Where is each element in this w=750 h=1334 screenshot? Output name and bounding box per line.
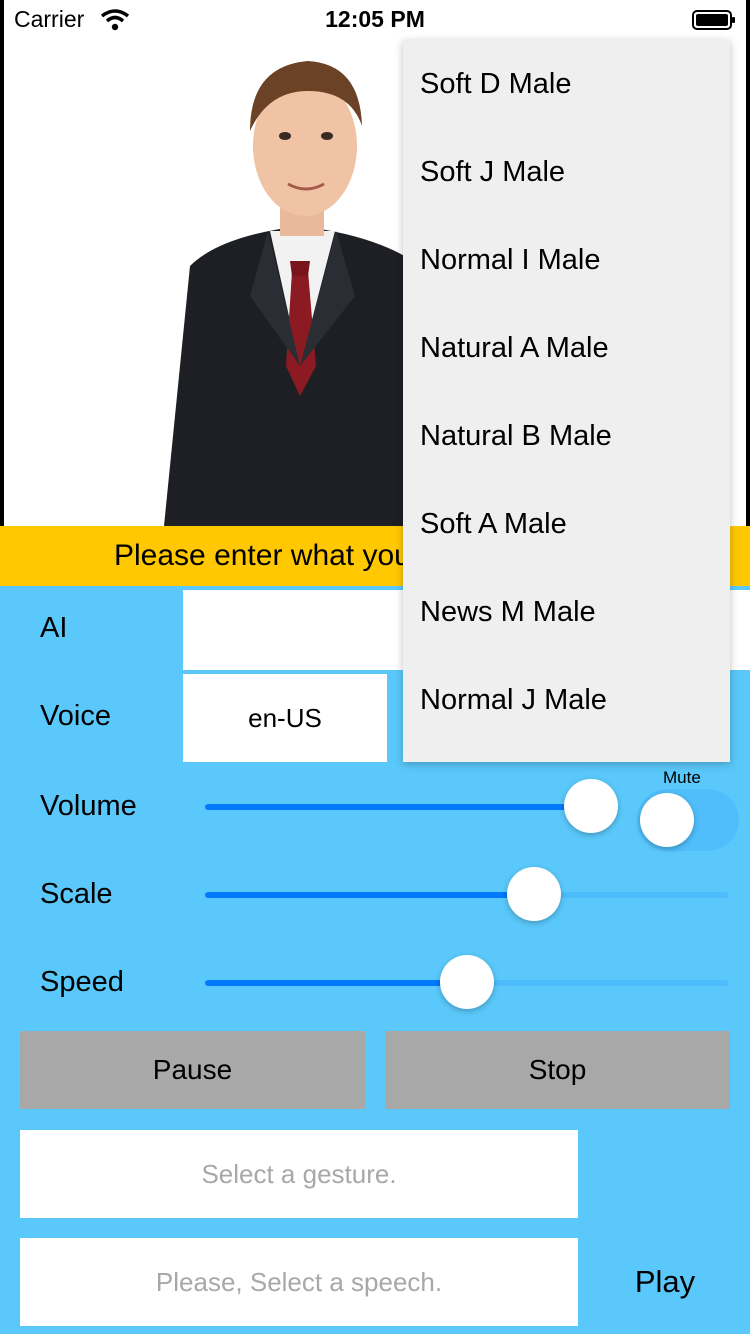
voice-option[interactable]: Normal J Male: [420, 684, 607, 717]
voice-option[interactable]: Soft A Male: [420, 508, 567, 541]
volume-slider-thumb[interactable]: [563, 779, 618, 833]
avatar-image: [164, 61, 430, 526]
gesture-input[interactable]: Select a gesture.: [20, 1130, 578, 1218]
speech-input[interactable]: Please, Select a speech.: [20, 1238, 578, 1326]
ai-label: AI: [40, 612, 68, 644]
voice-option[interactable]: Normal I Male: [420, 244, 601, 277]
status-time: 12:05 PM: [325, 6, 425, 32]
voice-option[interactable]: Soft J Male: [420, 156, 565, 189]
battery-icon: [692, 10, 735, 30]
play-button[interactable]: Play: [600, 1238, 730, 1326]
stop-button[interactable]: Stop: [385, 1031, 730, 1109]
scale-slider-fill: [205, 892, 535, 898]
voice-option[interactable]: Natural B Male: [420, 420, 612, 453]
pause-button[interactable]: Pause: [20, 1031, 365, 1109]
voice-option[interactable]: Soft D Male: [420, 68, 572, 101]
scale-slider-thumb[interactable]: [507, 867, 562, 921]
mute-toggle-knob: [640, 793, 694, 847]
scale-label: Scale: [40, 878, 113, 910]
voice-option[interactable]: News M Male: [420, 596, 596, 629]
volume-label: Volume: [40, 790, 137, 822]
mute-label: Mute: [663, 768, 701, 787]
voice-option[interactable]: Natural A Male: [420, 332, 609, 365]
speed-slider-fill: [205, 980, 467, 986]
voice-dropdown-menu: Soft D Male Soft J Male Normal I Male Natur…: [403, 40, 730, 762]
language-selector-value: en-US: [248, 703, 322, 733]
voice-label: Voice: [40, 700, 111, 732]
language-selector[interactable]: en-US: [183, 674, 387, 762]
volume-slider-fill: [205, 804, 591, 810]
speed-label: Speed: [40, 966, 124, 998]
speed-slider-thumb[interactable]: [439, 955, 494, 1009]
